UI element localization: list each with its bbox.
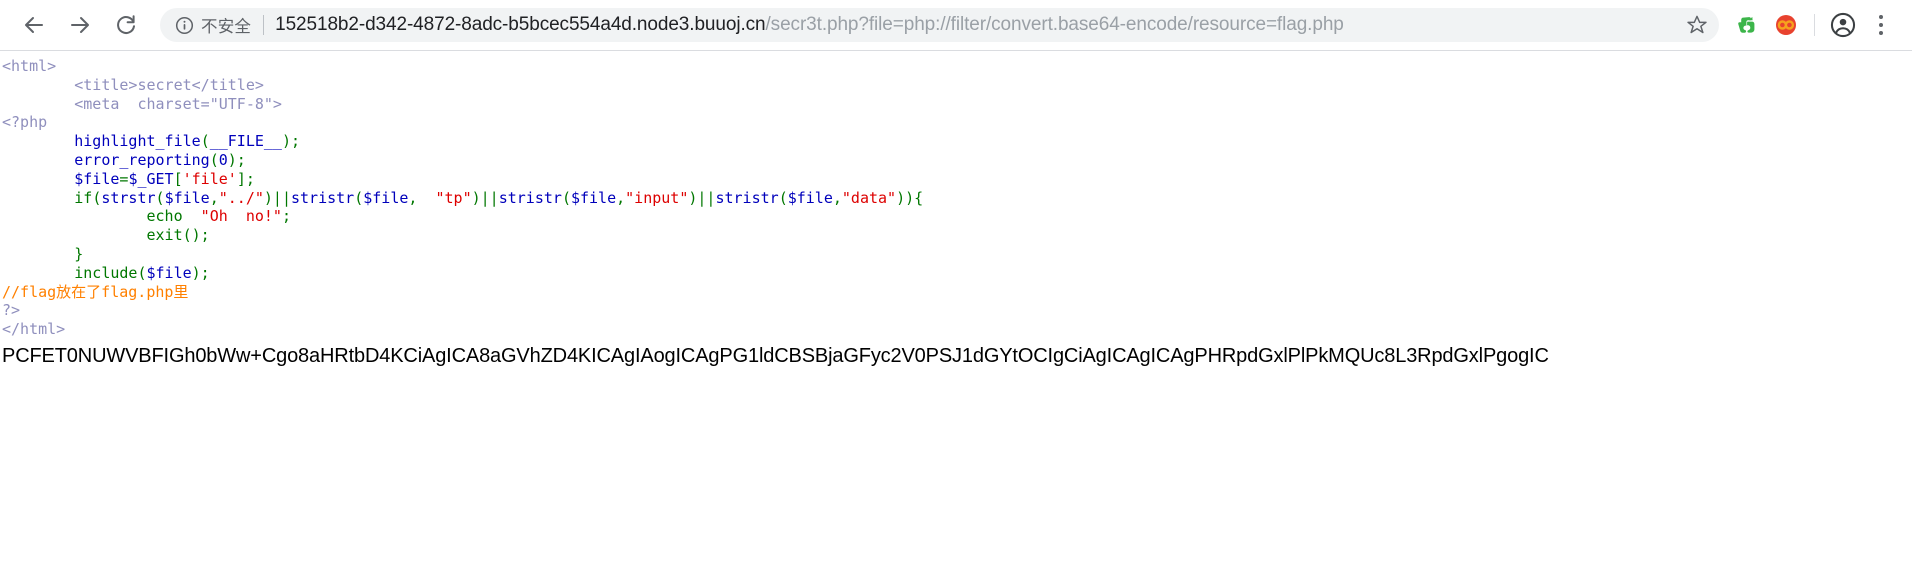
infinity-extension-icon [1776, 15, 1796, 35]
omnibox-divider [263, 15, 265, 35]
site-info-icon[interactable] [174, 15, 194, 35]
code-token: ; [281, 207, 291, 226]
code-token: } [2, 244, 84, 263]
menu-dot-icon [1879, 31, 1883, 35]
forward-arrow-icon [71, 17, 89, 33]
code-token: [ [173, 169, 183, 188]
code-token: $file [787, 188, 833, 207]
code-token: <title>secret</title> [2, 75, 264, 94]
code-token: $_GET [128, 169, 174, 188]
code-token: 'file' [182, 169, 237, 188]
code-token: , [209, 188, 219, 207]
code-token: ( [209, 150, 219, 169]
code-token: $file [74, 169, 120, 188]
code-token: "../" [218, 188, 264, 207]
code-token: error_reporting [74, 150, 210, 169]
url-host: 152518b2-d342-4872-8adc-b5bcec554a4d.nod… [275, 14, 766, 35]
extension-icons [1729, 6, 1898, 44]
code-token: echo [146, 207, 183, 226]
code-token: include [74, 263, 138, 282]
code-token: highlight_file [74, 132, 201, 151]
code-token: ); [281, 132, 301, 151]
security-status-label: 不安全 [201, 18, 252, 36]
infinity-extension-button[interactable] [1767, 6, 1805, 44]
code-token: stristr [291, 188, 355, 207]
code-token: exit [146, 226, 183, 245]
url-path: /secr3t.php?file=php://filter/convert.ba… [765, 14, 1344, 35]
code-token: ( [155, 188, 165, 207]
url-text[interactable]: 152518b2-d342-4872-8adc-b5bcec554a4d.nod… [275, 8, 1677, 42]
toolbar-separator [1814, 14, 1815, 36]
code-token: "tp" [426, 188, 472, 207]
profile-button[interactable] [1824, 6, 1862, 44]
code-token: <meta charset="UTF-8"> [2, 94, 282, 113]
back-button[interactable] [14, 5, 54, 45]
code-token: </html> [2, 320, 66, 339]
code-token: , [616, 188, 626, 207]
code-token: ( [200, 132, 210, 151]
code-token: ( [354, 188, 364, 207]
code-token: )|| [688, 188, 716, 207]
code-token: )|| [263, 188, 291, 207]
code-token: __FILE__ [209, 132, 282, 151]
code-token: , [408, 188, 427, 207]
star-icon [1687, 15, 1707, 34]
code-token: ( [137, 263, 147, 282]
code-token: ( [92, 188, 102, 207]
back-arrow-icon [25, 17, 43, 33]
menu-dot-icon [1879, 15, 1883, 19]
code-token: $file [570, 188, 617, 207]
code-token: //flag放在了flag.php里 [2, 282, 189, 301]
code-token: ?> [2, 301, 21, 320]
chrome-menu-button[interactable] [1864, 6, 1898, 44]
code-token: <html> [2, 57, 57, 75]
evernote-extension-button[interactable] [1729, 6, 1767, 44]
code-token: $file [164, 188, 210, 207]
info-circle-icon [175, 16, 193, 34]
code-token: (); [182, 226, 210, 245]
reload-icon [117, 15, 135, 35]
avatar-icon [1830, 12, 1856, 38]
code-token: "Oh no!" [191, 207, 282, 226]
page-content: <html> <title>secret</title> <meta chars… [0, 51, 1912, 567]
code-token: if [74, 188, 93, 207]
code-token: $file [146, 263, 192, 282]
code-token: <?php [2, 113, 48, 132]
code-token: ]; [236, 169, 255, 188]
browser-toolbar: 不安全 152518b2-d342-4872-8adc-b5bcec554a4d… [0, 0, 1912, 51]
code-token: $file [363, 188, 409, 207]
code-token: )){ [896, 188, 924, 207]
base64-output-text: PCFET0NUWVBFIGh0bWw+Cgo8aHRtbD4KCiAgICA8… [2, 344, 1549, 367]
evernote-extension-icon [1738, 16, 1755, 33]
code-token: stristr [715, 188, 779, 207]
reload-button[interactable] [106, 5, 146, 45]
menu-dot-icon [1879, 23, 1883, 27]
code-token: ( [561, 188, 571, 207]
omnibox[interactable]: 不安全 152518b2-d342-4872-8adc-b5bcec554a4d… [160, 8, 1719, 42]
code-token: ); [191, 263, 210, 282]
code-token: "data" [841, 188, 897, 207]
code-token: stristr [498, 188, 562, 207]
code-token: strstr [101, 188, 156, 207]
code-token: ( [778, 188, 788, 207]
bookmark-button[interactable] [1681, 9, 1713, 41]
php-source-listing: <html> <title>secret</title> <meta chars… [0, 51, 1912, 339]
code-token: "input" [625, 188, 689, 207]
forward-button[interactable] [60, 5, 100, 45]
code-token: , [832, 188, 842, 207]
code-token: )|| [471, 188, 499, 207]
code-token: 0 [218, 150, 228, 169]
code-token: ); [227, 150, 246, 169]
